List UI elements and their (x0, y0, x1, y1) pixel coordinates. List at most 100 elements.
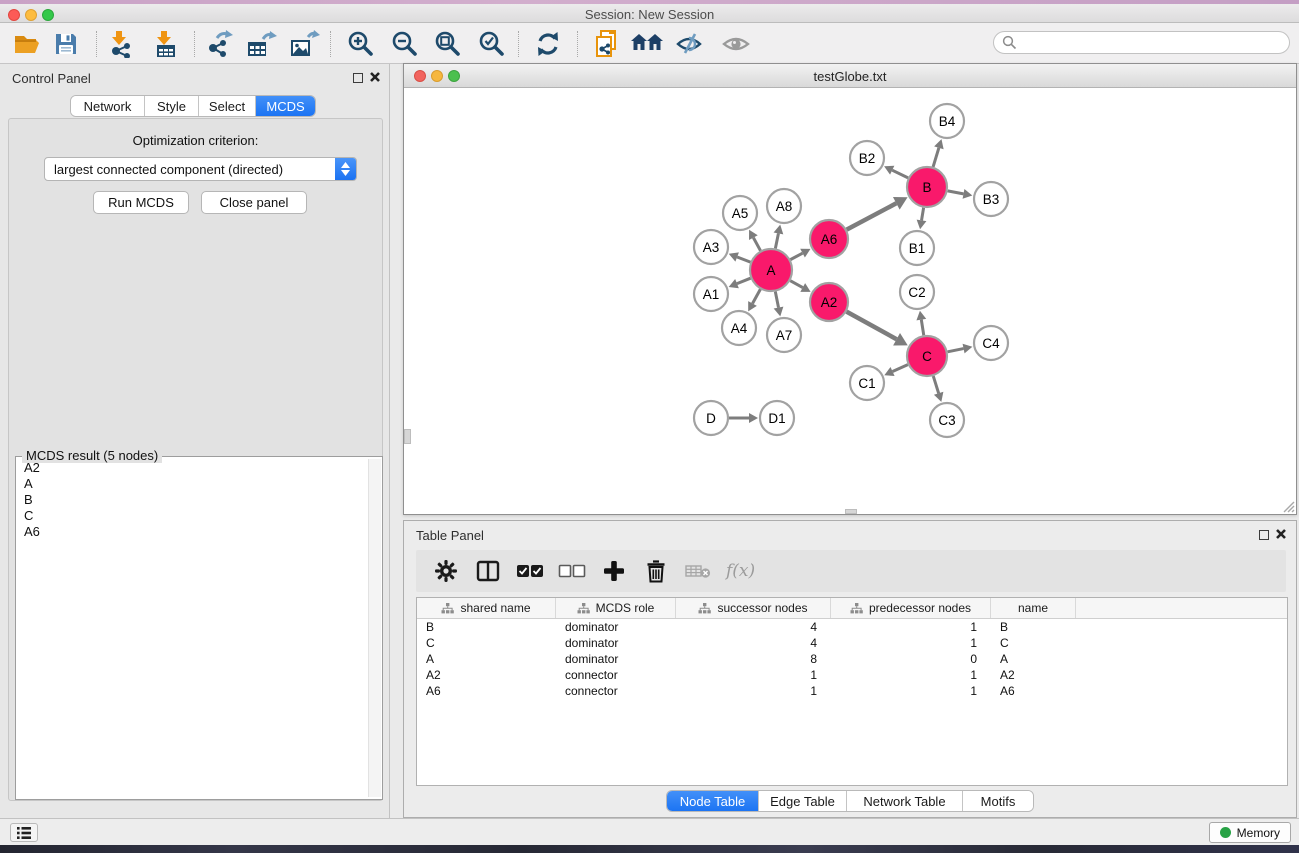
tab-select[interactable]: Select (199, 96, 256, 116)
network-node-C1[interactable]: C1 (850, 366, 884, 400)
table-cell[interactable]: C (991, 635, 1076, 651)
network-node-A3[interactable]: A3 (694, 230, 728, 264)
table-cell[interactable]: connector (556, 683, 676, 699)
table-cell[interactable]: B (991, 619, 1076, 635)
unchecked-boxes-icon[interactable] (558, 556, 586, 586)
network-node-D[interactable]: D (694, 401, 728, 435)
table-cell[interactable]: 4 (676, 619, 831, 635)
network-edge[interactable] (922, 208, 924, 221)
columns-icon[interactable] (474, 556, 502, 586)
network-node-D1[interactable]: D1 (760, 401, 794, 435)
network-edge[interactable] (790, 281, 802, 288)
table-row[interactable]: Adominator80A (417, 651, 1287, 667)
network-edge[interactable] (892, 170, 908, 178)
table-cell[interactable]: 1 (831, 635, 991, 651)
result-list-item[interactable]: A6 (17, 524, 367, 540)
plus-icon[interactable] (600, 556, 628, 586)
network-edge[interactable] (753, 238, 760, 251)
network-edge[interactable] (737, 257, 750, 262)
show-eye-icon[interactable] (719, 29, 753, 59)
table-cell[interactable]: dominator (556, 635, 676, 651)
network-node-A[interactable]: A (750, 249, 792, 291)
network-node-A2[interactable]: A2 (810, 283, 848, 321)
network-edge[interactable] (790, 253, 802, 259)
export-table-icon[interactable] (244, 29, 278, 59)
result-list-item[interactable]: A2 (17, 460, 367, 476)
tab-mcds[interactable]: MCDS (256, 96, 315, 116)
close-panel-icon[interactable] (1275, 528, 1287, 540)
hide-eye-icon[interactable] (673, 29, 707, 59)
export-image-icon[interactable] (287, 29, 321, 59)
table-cell[interactable]: 1 (831, 667, 991, 683)
network-node-B2[interactable]: B2 (850, 141, 884, 175)
column-header-successor-nodes[interactable]: successor nodes (676, 598, 831, 618)
network-graph[interactable]: AA1A2A3A4A5A6A7A8BB1B2B3B4CC1C2C3C4DD1 (404, 89, 1296, 514)
task-history-button[interactable] (10, 823, 38, 842)
table-cell[interactable]: A (417, 651, 556, 667)
table-cell[interactable]: 4 (676, 635, 831, 651)
table-cell[interactable]: 0 (831, 651, 991, 667)
network-edge[interactable] (933, 376, 938, 393)
network-edge[interactable] (921, 320, 923, 336)
network-edge[interactable] (775, 233, 778, 248)
trash-icon[interactable] (642, 556, 670, 586)
table-cell[interactable]: 1 (676, 667, 831, 683)
network-edge[interactable] (775, 292, 778, 308)
tab-network[interactable]: Network (71, 96, 145, 116)
network-edge[interactable] (933, 148, 939, 167)
import-table-icon[interactable] (149, 29, 183, 59)
network-node-B4[interactable]: B4 (930, 104, 964, 138)
table-cell[interactable]: connector (556, 667, 676, 683)
network-window-titlebar[interactable]: testGlobe.txt (404, 64, 1296, 88)
save-icon[interactable] (49, 29, 83, 59)
column-header-mcds-role[interactable]: MCDS role (556, 598, 676, 618)
tab-edge-table[interactable]: Edge Table (759, 791, 847, 811)
search-input[interactable] (993, 31, 1290, 54)
table-row[interactable]: A2connector11A2 (417, 667, 1287, 683)
refresh-icon[interactable] (531, 29, 565, 59)
network-edge[interactable] (753, 289, 761, 303)
network-node-C3[interactable]: C3 (930, 403, 964, 437)
network-edge[interactable] (847, 312, 897, 340)
network-node-A1[interactable]: A1 (694, 277, 728, 311)
resize-grip-icon[interactable] (1282, 500, 1295, 513)
table-row[interactable]: Bdominator41B (417, 619, 1287, 635)
tab-style[interactable]: Style (145, 96, 199, 116)
table-cell[interactable]: A2 (991, 667, 1076, 683)
column-header-shared-name[interactable]: shared name (417, 598, 556, 618)
network-edge[interactable] (737, 278, 751, 283)
network-node-B1[interactable]: B1 (900, 231, 934, 265)
table-cell[interactable]: dominator (556, 651, 676, 667)
network-node-C2[interactable]: C2 (900, 275, 934, 309)
table-cell[interactable]: A2 (417, 667, 556, 683)
network-edge[interactable] (847, 203, 897, 229)
copy-network-icon[interactable] (590, 29, 624, 59)
criterion-dropdown[interactable]: largest connected component (directed) (44, 157, 357, 181)
home-icon[interactable] (630, 29, 664, 59)
gear-icon[interactable] (432, 556, 460, 586)
checked-boxes-icon[interactable] (516, 556, 544, 586)
table-cell[interactable]: 1 (831, 683, 991, 699)
column-header-predecessor-nodes[interactable]: predecessor nodes (831, 598, 991, 618)
float-panel-icon[interactable] (353, 73, 363, 83)
vertical-scroll-thumb[interactable] (404, 429, 411, 444)
network-node-B[interactable]: B (907, 167, 947, 207)
tab-node-table[interactable]: Node Table (667, 791, 759, 811)
result-list-item[interactable]: B (17, 492, 367, 508)
table-cell[interactable]: A6 (417, 683, 556, 699)
network-node-A8[interactable]: A8 (767, 189, 801, 223)
network-node-A6[interactable]: A6 (810, 220, 848, 258)
network-node-A4[interactable]: A4 (722, 311, 756, 345)
memory-button[interactable]: Memory (1209, 822, 1291, 843)
column-header-name[interactable]: name (991, 598, 1076, 618)
table-cell[interactable]: 1 (831, 619, 991, 635)
network-node-C[interactable]: C (907, 336, 947, 376)
table-cell[interactable]: 8 (676, 651, 831, 667)
export-network-icon[interactable] (202, 29, 236, 59)
table-cell[interactable]: 1 (676, 683, 831, 699)
zoom-out-icon[interactable] (388, 29, 422, 59)
network-node-B3[interactable]: B3 (974, 182, 1008, 216)
close-panel-button[interactable]: Close panel (201, 191, 307, 214)
result-list-item[interactable]: A (17, 476, 367, 492)
table-row[interactable]: A6connector11A6 (417, 683, 1287, 699)
